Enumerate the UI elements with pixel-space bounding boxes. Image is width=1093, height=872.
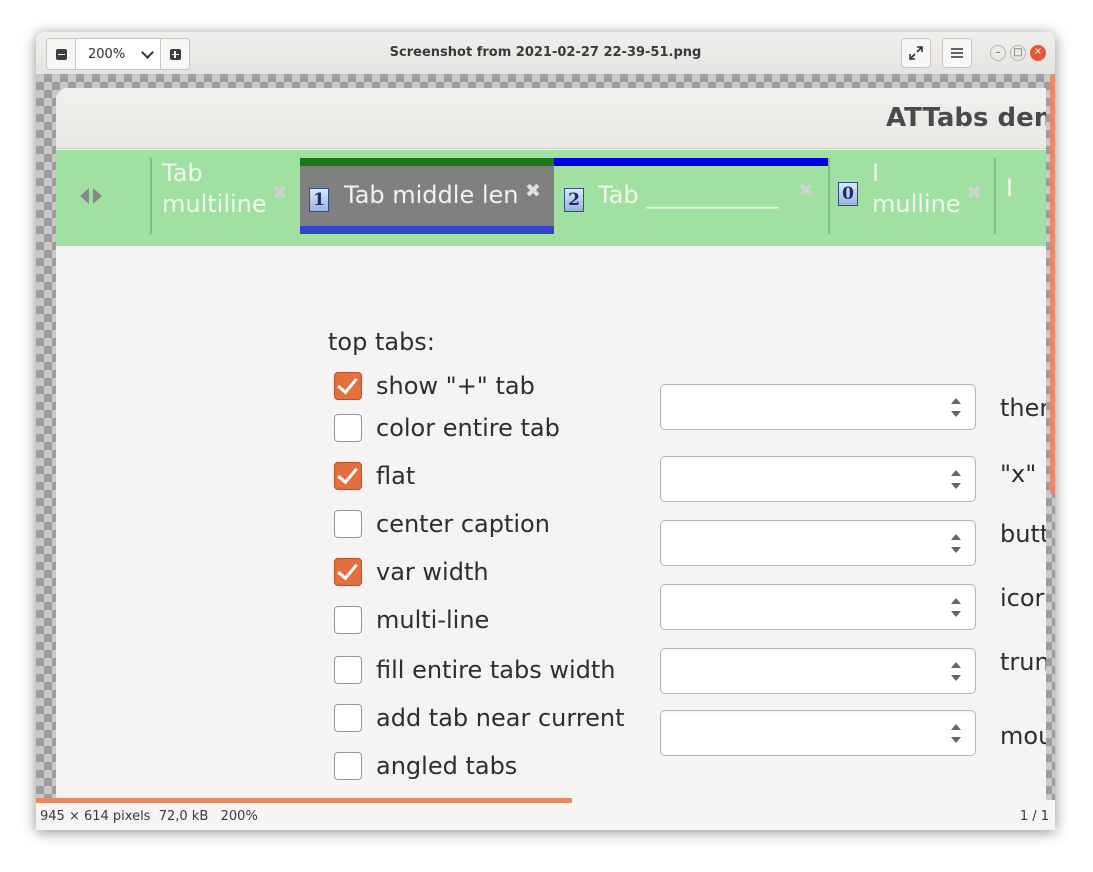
spin-up-icon bbox=[951, 470, 961, 476]
spin-label: butt bbox=[1000, 520, 1046, 548]
spin-up-icon bbox=[951, 662, 961, 668]
spin-up-icon bbox=[951, 398, 961, 404]
menu-button[interactable] bbox=[942, 38, 972, 68]
tab-close-icon: ✖ bbox=[525, 180, 541, 202]
checkbox-angled-tabs bbox=[334, 752, 362, 780]
spin-down-icon bbox=[951, 611, 961, 617]
horizontal-scrollbar[interactable] bbox=[36, 798, 572, 803]
page-counter: 1 / 1 bbox=[1019, 809, 1049, 824]
checkbox-var-width bbox=[334, 558, 362, 586]
image-tab: 0 I mulline ✖ bbox=[830, 158, 994, 234]
image-tab-label: Tab ___________ bbox=[598, 181, 779, 209]
image-viewer-window: 200% Screenshot from 2021-02-27 22-39-51… bbox=[36, 32, 1055, 830]
spin-label: icor bbox=[1000, 584, 1045, 612]
option-label: fill entire tabs width bbox=[376, 656, 616, 684]
arrow-left-icon bbox=[80, 188, 89, 204]
maximize-button[interactable]: □ bbox=[1010, 45, 1026, 61]
image-tab-label: mulline bbox=[872, 190, 961, 218]
spinbox bbox=[660, 584, 976, 630]
spin-down-icon bbox=[951, 547, 961, 553]
option-label: color entire tab bbox=[376, 414, 560, 442]
tab-close-icon: ✖ bbox=[966, 182, 982, 204]
close-button[interactable]: × bbox=[1030, 45, 1046, 61]
image-tab-multiline: Tab multiline ✖ bbox=[152, 158, 300, 234]
spinbox bbox=[660, 456, 976, 502]
image-tab-bar: Tab multiline ✖ 1 Tab middle len ✖ 2 Tab… bbox=[56, 150, 1046, 246]
image-tab-label: I bbox=[1006, 174, 1014, 202]
spin-down-icon bbox=[951, 411, 961, 417]
spin-label: trun bbox=[1000, 648, 1046, 676]
spinbox bbox=[660, 648, 976, 694]
checkbox-center-caption bbox=[334, 510, 362, 538]
spinbox bbox=[660, 384, 976, 430]
vertical-scrollbar[interactable] bbox=[1050, 74, 1055, 494]
spin-label: "x" i bbox=[1000, 460, 1046, 488]
spin-up-icon bbox=[951, 534, 961, 540]
tab-number-icon: 2 bbox=[564, 188, 584, 212]
image-tab: 2 Tab ___________ ✖ bbox=[554, 158, 828, 234]
image-info: 945 × 614 pixels 72,0 kB 200% bbox=[40, 809, 258, 824]
spin-down-icon bbox=[951, 483, 961, 489]
option-label: var width bbox=[376, 558, 489, 586]
option-label: add tab near current bbox=[376, 704, 625, 732]
minimize-icon: – bbox=[995, 47, 1001, 58]
spinbox bbox=[660, 520, 976, 566]
checkbox-color-entire-tab bbox=[334, 414, 362, 442]
image-tab: I bbox=[996, 158, 1046, 234]
spin-down-icon bbox=[951, 737, 961, 743]
tab-close-icon: ✖ bbox=[798, 180, 814, 202]
header-bar: 200% Screenshot from 2021-02-27 22-39-51… bbox=[36, 32, 1055, 75]
fullscreen-button[interactable] bbox=[901, 38, 931, 68]
expand-icon bbox=[909, 46, 923, 60]
checkbox-add-tab-near-current bbox=[334, 704, 362, 732]
spin-label: mou bbox=[1000, 722, 1046, 750]
arrow-right-icon bbox=[93, 188, 102, 204]
spin-label: ther bbox=[1000, 394, 1046, 422]
image-app-titlebar: ATTabs den bbox=[56, 88, 1046, 149]
image-tab-label: Tab bbox=[162, 159, 203, 187]
section-label: top tabs: bbox=[328, 328, 435, 356]
maximize-icon: □ bbox=[1013, 47, 1023, 58]
image-viewport[interactable]: ATTabs den Tab multiline ✖ 1 Tab middle … bbox=[36, 74, 1055, 800]
status-bar: 945 × 614 pixels 72,0 kB 200% 1 / 1 bbox=[36, 804, 1055, 830]
spin-down-icon bbox=[951, 675, 961, 681]
image-tab-label: Tab middle len bbox=[344, 181, 519, 209]
image-tab-active: 1 Tab middle len ✖ bbox=[300, 158, 554, 234]
checkbox-multi-line bbox=[334, 606, 362, 634]
displayed-image: ATTabs den Tab multiline ✖ 1 Tab middle … bbox=[56, 88, 1046, 800]
close-icon: × bbox=[1033, 46, 1043, 57]
option-label: multi-line bbox=[376, 606, 490, 634]
hamburger-icon bbox=[951, 48, 963, 58]
image-tab-label: I bbox=[872, 159, 880, 187]
option-label: angled tabs bbox=[376, 752, 518, 780]
tab-nav-arrows bbox=[80, 188, 102, 204]
option-label: show "+" tab bbox=[376, 372, 535, 400]
checkbox-fill-entire-tabs-width bbox=[334, 656, 362, 684]
spin-up-icon bbox=[951, 598, 961, 604]
spinbox bbox=[660, 710, 976, 756]
minimize-button[interactable]: – bbox=[990, 45, 1006, 61]
option-label: flat bbox=[376, 462, 416, 490]
checkbox-flat bbox=[334, 462, 362, 490]
spin-up-icon bbox=[951, 724, 961, 730]
tab-number-icon: 1 bbox=[309, 188, 329, 212]
option-label: center caption bbox=[376, 510, 550, 538]
image-tab-label: multiline bbox=[162, 190, 267, 218]
tab-number-icon: 0 bbox=[838, 182, 858, 206]
image-app-title: ATTabs den bbox=[886, 103, 1046, 133]
tab-close-icon: ✖ bbox=[272, 182, 288, 204]
checkbox-show-plus-tab bbox=[334, 372, 362, 400]
